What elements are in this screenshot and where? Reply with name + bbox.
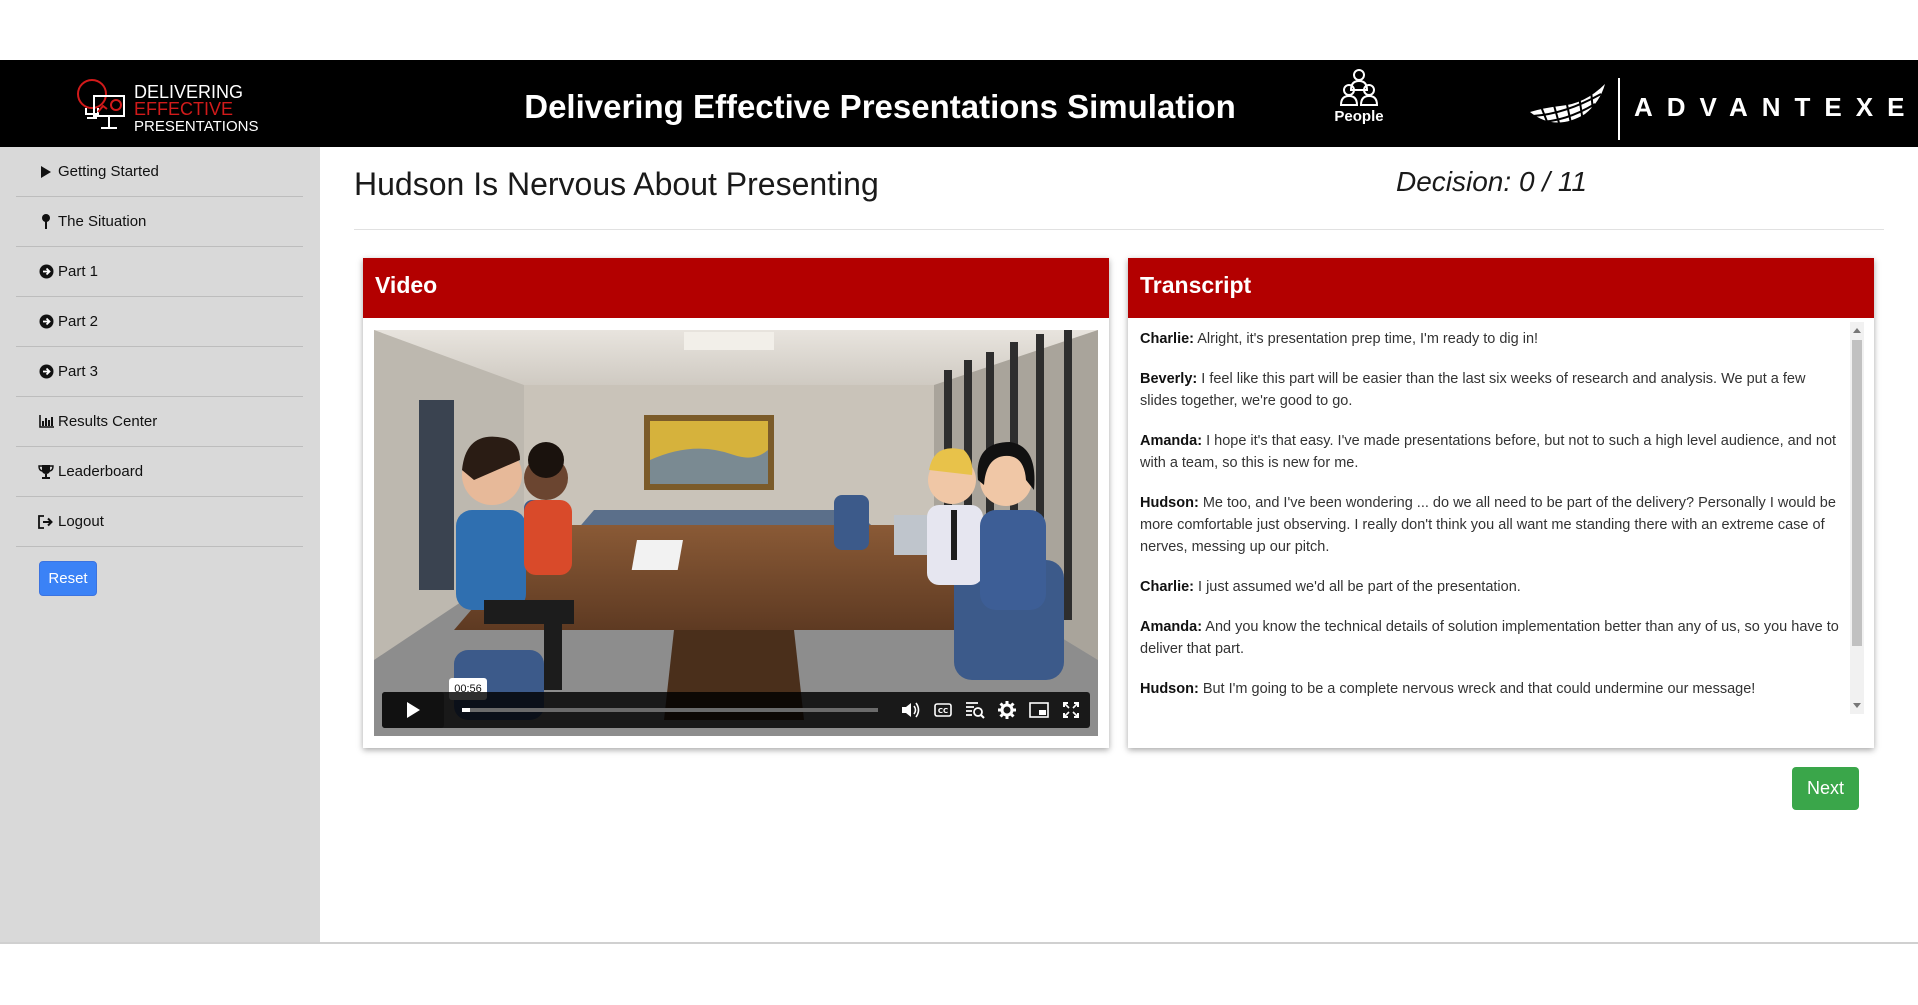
transcript-line: Hudson: But I'm going to be a complete n… (1140, 678, 1840, 700)
sidebar-item-label: Leaderboard (58, 463, 144, 480)
app-title: Delivering Effective Presentations Simul… (524, 88, 1236, 125)
speaker-name: Charlie: (1140, 579, 1194, 595)
sidebar-item-label: Part 2 (58, 313, 99, 330)
meeting-room-video-frame (374, 330, 1098, 736)
speaker-name: Hudson: (1140, 495, 1199, 511)
sidebar-item-label: Results Center (58, 413, 158, 430)
footer-divider (0, 942, 1918, 944)
sidebar-item-part-2[interactable]: Part 2 (16, 297, 303, 347)
play-icon (38, 164, 54, 180)
volume-icon[interactable] (900, 700, 922, 720)
reset-button[interactable]: Reset (39, 561, 97, 596)
people-label: People (1334, 108, 1384, 125)
play-icon (407, 702, 420, 718)
sidebar-item-results-center[interactable]: Results Center (16, 397, 303, 447)
sidebar-item-the-situation[interactable]: The Situation (16, 197, 303, 247)
decision-counter: Decision: 0 / 11 (1396, 166, 1587, 197)
transcript-line: Amanda: I hope it's that easy. I've made… (1140, 430, 1840, 474)
transcript-scroll-area[interactable]: Charlie: Alright, it's presentation prep… (1128, 318, 1874, 716)
sidebar-item-leaderboard[interactable]: Leaderboard (16, 447, 303, 497)
spoken-text: I feel like this part will be easier tha… (1140, 371, 1806, 409)
advantexe-wordmark: ADVANTEXE (1634, 92, 1918, 122)
sidebar-item-part-1[interactable]: Part 1 (16, 247, 303, 297)
transcript-line: Amanda: And you know the technical detai… (1140, 616, 1840, 660)
video-card: Video 00:56 CC (363, 258, 1109, 748)
spoken-text: Alright, it's presentation prep time, I'… (1194, 331, 1539, 347)
speaker-name: Beverly: (1140, 371, 1198, 387)
sidebar-item-label: Part 3 (58, 363, 99, 380)
seek-bar[interactable] (462, 708, 878, 712)
people-button[interactable]: People (1333, 68, 1385, 125)
scroll-up-arrow-icon[interactable] (1853, 328, 1861, 333)
people-icon (1339, 69, 1379, 106)
sidebar-item-getting-started[interactable]: Getting Started (16, 147, 303, 197)
arrow-circle-right-icon (38, 264, 54, 280)
speaker-name: Amanda: (1140, 433, 1203, 449)
speaker-name: Charlie: (1140, 331, 1194, 347)
speaker-name: Hudson: (1140, 681, 1199, 697)
scrollbar-thumb[interactable] (1852, 340, 1862, 646)
sidebar-nav: Getting Started The Situation Part 1 Par… (16, 147, 303, 547)
next-button[interactable]: Next (1792, 767, 1859, 810)
sidebar: Getting Started The Situation Part 1 Par… (0, 147, 320, 942)
trophy-icon (38, 464, 54, 480)
transcript-line: Charlie: Alright, it's presentation prep… (1140, 328, 1840, 350)
transcript-line: Hudson: Me too, and I've been wondering … (1140, 492, 1840, 558)
spoken-text: I hope it's that easy. I've made present… (1140, 433, 1837, 471)
fullscreen-icon[interactable] (1060, 700, 1082, 720)
page-title: Hudson Is Nervous About Presenting (354, 166, 879, 202)
sign-out-icon (38, 514, 54, 530)
sidebar-item-logout[interactable]: Logout (16, 497, 303, 547)
advantexe-globe-logo (1530, 84, 1605, 131)
settings-gear-icon[interactable] (996, 700, 1018, 720)
transcript-line: Charlie: I just assumed we'd all be part… (1140, 576, 1840, 598)
bar-chart-icon (38, 414, 54, 430)
sidebar-item-label: Part 1 (58, 263, 99, 280)
scroll-down-arrow-icon[interactable] (1853, 703, 1861, 708)
transcript-card-heading: Transcript (1128, 258, 1874, 318)
transcript-card: Transcript Charlie: Alright, it's presen… (1128, 258, 1874, 748)
sidebar-item-label: Logout (58, 513, 104, 530)
speaker-name: Amanda: (1140, 619, 1203, 635)
video-controls: CC (382, 692, 1090, 728)
transcript-search-icon[interactable] (964, 700, 986, 720)
seek-bar-played (462, 708, 471, 712)
svg-text:CC: CC (938, 707, 948, 715)
transcript-scrollbar[interactable] (1850, 322, 1864, 714)
spoken-text: But I'm going to be a complete nervous w… (1198, 681, 1756, 697)
brand-separator (1618, 78, 1620, 140)
title-divider (354, 229, 1884, 230)
play-button[interactable] (382, 692, 444, 728)
video-player[interactable]: 00:56 CC (374, 330, 1098, 736)
pin-icon (38, 214, 54, 230)
arrow-circle-right-icon (38, 314, 54, 330)
sidebar-item-label: Getting Started (58, 163, 159, 180)
sidebar-item-part-3[interactable]: Part 3 (16, 347, 303, 397)
arrow-circle-right-icon (38, 364, 54, 380)
top-header: DELIVERING EFFECTIVE PRESENTATIONS Deliv… (0, 60, 1918, 147)
transcript-line: Beverly: I feel like this part will be e… (1140, 368, 1840, 412)
closed-captions-icon[interactable]: CC (932, 700, 954, 720)
spoken-text: I just assumed we'd all be part of the p… (1194, 579, 1521, 595)
picture-in-picture-icon[interactable] (1028, 700, 1050, 720)
spoken-text: Me too, and I've been wondering ... do w… (1140, 495, 1836, 555)
spoken-text: And you know the technical details of so… (1140, 619, 1839, 657)
sidebar-item-label: The Situation (58, 213, 147, 230)
video-card-heading: Video (363, 258, 1109, 318)
